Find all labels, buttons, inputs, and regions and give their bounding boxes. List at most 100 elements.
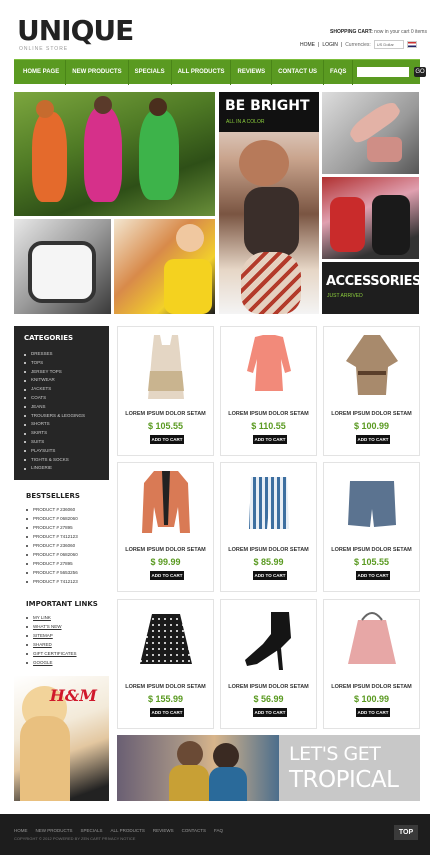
shopping-cart-info[interactable]: SHOPPING CART: now in your cart 0 items: [330, 29, 427, 35]
tropical-image[interactable]: [117, 735, 279, 801]
nav-new-products[interactable]: NEW PRODUCTS: [66, 59, 129, 85]
footer-link[interactable]: FAQ: [214, 828, 223, 833]
product-card[interactable]: LOREM IPSUM DOLOR SETAM $ 56.99 ADD TO C…: [220, 599, 317, 729]
home-link[interactable]: HOME: [300, 42, 315, 48]
category-item[interactable]: DRESSES: [24, 350, 99, 359]
footer-link[interactable]: HOME: [14, 828, 28, 833]
bestseller-item[interactable]: PRODUCT # 7412123: [26, 579, 78, 584]
product-image[interactable]: [241, 467, 297, 539]
product-name[interactable]: LOREM IPSUM DOLOR SETAM: [118, 684, 213, 690]
category-item[interactable]: TOPS: [24, 359, 99, 368]
hero-accessories-image[interactable]: [322, 177, 419, 259]
accessories-banner[interactable]: ACCESSORIES JUST ARRIVED: [322, 262, 419, 314]
bestseller-item[interactable]: PRODUCT # 5653256: [26, 570, 78, 575]
product-image[interactable]: [138, 604, 194, 676]
product-card[interactable]: LOREM IPSUM DOLOR SETAM $ 100.99 ADD TO …: [323, 599, 420, 729]
bestseller-item[interactable]: PRODUCT # 27895: [26, 525, 73, 530]
category-item[interactable]: COATS: [24, 394, 99, 403]
uk-flag-icon[interactable]: [406, 41, 417, 48]
product-image[interactable]: [138, 331, 194, 403]
footer-link[interactable]: CONTACTS: [182, 828, 206, 833]
product-image[interactable]: [241, 331, 297, 403]
product-price: $ 110.55: [251, 421, 286, 431]
footer-link[interactable]: REVIEWS: [153, 828, 174, 833]
nav-specials[interactable]: SPECIALS: [129, 59, 172, 85]
product-card[interactable]: LOREM IPSUM DOLOR SETAM $ 85.99 ADD TO C…: [220, 462, 317, 592]
bestseller-item[interactable]: PRODUCT # 0682060: [26, 516, 78, 521]
important-link[interactable]: SITEMAP: [26, 633, 53, 638]
footer-link[interactable]: NEW PRODUCTS: [36, 828, 73, 833]
footer-link[interactable]: ALL PRODUCTS: [111, 828, 145, 833]
important-link[interactable]: MY LINK: [26, 615, 51, 620]
product-card[interactable]: LOREM IPSUM DOLOR SETAM $ 100.99 ADD TO …: [323, 326, 420, 456]
category-item[interactable]: TIGHTS & SOCKS: [24, 456, 99, 465]
important-link[interactable]: WHAT'S NEW: [26, 624, 62, 629]
nav-faqs[interactable]: FAQS: [324, 59, 354, 85]
product-image[interactable]: [344, 331, 400, 403]
search-input[interactable]: [357, 67, 409, 77]
category-item[interactable]: PLAYSUITS: [24, 447, 99, 456]
hero-yellow-top-image[interactable]: [114, 219, 215, 314]
product-card[interactable]: LOREM IPSUM DOLOR SETAM $ 110.55 ADD TO …: [220, 326, 317, 456]
bestseller-item[interactable]: PRODUCT # 236060: [26, 507, 75, 512]
category-item[interactable]: LINGERIE: [24, 464, 99, 473]
add-to-cart-button[interactable]: ADD TO CART: [356, 571, 390, 580]
product-name[interactable]: LOREM IPSUM DOLOR SETAM: [221, 547, 316, 553]
add-to-cart-button[interactable]: ADD TO CART: [356, 435, 390, 444]
product-name[interactable]: LOREM IPSUM DOLOR SETAM: [324, 547, 419, 553]
nav-all-products[interactable]: ALL PRODUCTS: [172, 59, 232, 85]
important-link[interactable]: GIFT CERTIFICATES: [26, 651, 77, 656]
product-name[interactable]: LOREM IPSUM DOLOR SETAM: [118, 411, 213, 417]
product-image[interactable]: [344, 604, 400, 676]
product-image[interactable]: [241, 604, 297, 676]
tropical-banner[interactable]: LET'S GET TROPICAL: [279, 735, 420, 801]
product-name[interactable]: LOREM IPSUM DOLOR SETAM: [221, 411, 316, 417]
add-to-cart-button[interactable]: ADD TO CART: [150, 708, 184, 717]
search-button[interactable]: GO: [414, 67, 426, 77]
product-name[interactable]: LOREM IPSUM DOLOR SETAM: [324, 684, 419, 690]
nav-reviews[interactable]: REVIEWS: [231, 59, 273, 85]
product-name[interactable]: LOREM IPSUM DOLOR SETAM: [118, 547, 213, 553]
footer-link[interactable]: SPECIALS: [81, 828, 103, 833]
product-price: $ 105.55: [147, 421, 184, 431]
bestseller-item[interactable]: PRODUCT # 236060: [26, 543, 75, 548]
add-to-cart-button[interactable]: ADD TO CART: [253, 435, 287, 444]
category-item[interactable]: SKIRTS: [24, 429, 99, 438]
category-item[interactable]: JACKETS: [24, 385, 99, 394]
category-item[interactable]: JERSEY TOPS: [24, 368, 99, 377]
nav-home-page[interactable]: HOME PAGE: [17, 59, 67, 85]
currency-select[interactable]: US Dollar: [373, 40, 404, 49]
product-name[interactable]: LOREM IPSUM DOLOR SETAM: [221, 684, 316, 690]
add-to-cart-button[interactable]: ADD TO CART: [253, 708, 287, 717]
product-card[interactable]: LOREM IPSUM DOLOR SETAM $ 155.99 ADD TO …: [117, 599, 214, 729]
product-card[interactable]: LOREM IPSUM DOLOR SETAM $ 99.99 ADD TO C…: [117, 462, 214, 592]
important-link[interactable]: SHARED: [26, 642, 52, 647]
bestseller-item[interactable]: PRODUCT # 0682060: [26, 552, 78, 557]
product-name[interactable]: LOREM IPSUM DOLOR SETAM: [324, 411, 419, 417]
product-card[interactable]: LOREM IPSUM DOLOR SETAM $ 105.55 ADD TO …: [117, 326, 214, 456]
bestseller-item[interactable]: PRODUCT # 7412123: [26, 534, 78, 539]
login-link[interactable]: LOGIN: [322, 42, 338, 48]
nav-contact-us[interactable]: CONTACT US: [272, 59, 325, 85]
category-item[interactable]: TROUSERS & LEGGINGS: [24, 412, 99, 421]
important-link[interactable]: GOOGLE: [26, 660, 53, 665]
add-to-cart-button[interactable]: ADD TO CART: [253, 571, 287, 580]
hero-bag-image[interactable]: [14, 219, 111, 314]
category-item[interactable]: SHORTS: [24, 420, 99, 429]
link-separator: |: [340, 41, 343, 48]
product-card[interactable]: LOREM IPSUM DOLOR SETAM $ 105.55 ADD TO …: [323, 462, 420, 592]
add-to-cart-button[interactable]: ADD TO CART: [356, 708, 390, 717]
category-item[interactable]: SUITS: [24, 438, 99, 447]
bestseller-item[interactable]: PRODUCT # 27895: [26, 561, 73, 566]
product-image[interactable]: [344, 467, 400, 539]
hero-shoe-image[interactable]: [322, 92, 419, 174]
hero-girls-lying-image[interactable]: [14, 92, 215, 216]
add-to-cart-button[interactable]: ADD TO CART: [150, 435, 184, 444]
add-to-cart-button[interactable]: ADD TO CART: [150, 571, 184, 580]
hm-banner[interactable]: H&M: [14, 676, 109, 801]
category-item[interactable]: KNITWEAR: [24, 376, 99, 385]
site-logo[interactable]: UNIQUE: [17, 16, 134, 46]
product-image[interactable]: [138, 467, 194, 539]
back-to-top-button[interactable]: TOP: [394, 825, 418, 840]
category-item[interactable]: JEANS: [24, 403, 99, 412]
